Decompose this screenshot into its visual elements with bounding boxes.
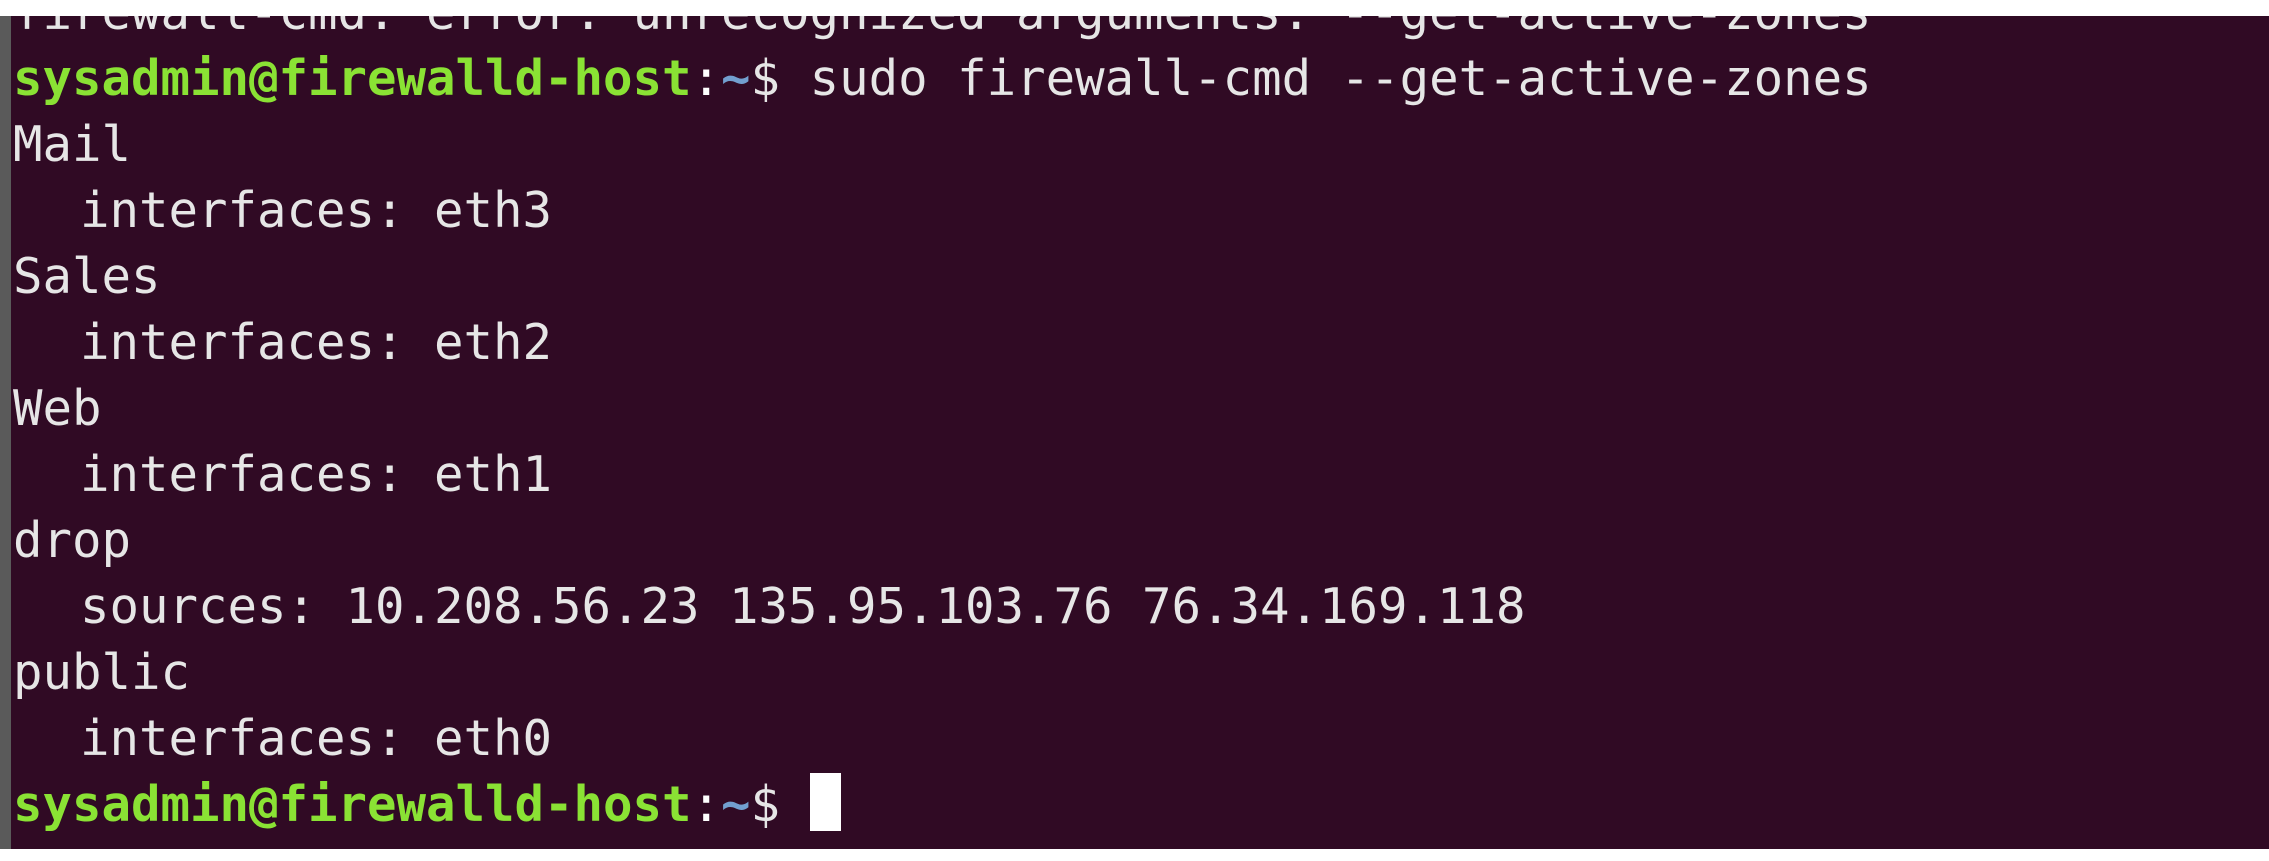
zone-detail-text: interfaces: eth1	[80, 446, 553, 503]
zone-detail-text: interfaces: eth2	[80, 314, 553, 371]
prompt-symbol: $	[750, 776, 781, 833]
zone-detail-text: interfaces: eth3	[80, 182, 553, 239]
zone-detail: interfaces: eth1	[13, 442, 2269, 508]
zone-name: drop	[13, 512, 132, 569]
zone-detail: interfaces: eth0	[13, 706, 2269, 772]
error-line: firewall-cmd: error: unrecognized argume…	[13, 16, 2269, 46]
zone-name: Web	[13, 380, 102, 437]
zone-detail: sources: 10.208.56.23 135.95.103.76 76.3…	[13, 574, 2269, 640]
zone-name: Mail	[13, 116, 132, 173]
zone-detail-text: sources: 10.208.56.23 135.95.103.76 76.3…	[80, 578, 1526, 635]
command-line: sysadmin@firewalld-host:~$ sudo firewall…	[13, 46, 2269, 112]
command-text: sudo firewall-cmd --get-active-zones	[809, 50, 1872, 107]
prompt-user-host: sysadmin@firewalld-host	[13, 776, 692, 833]
zone-detail-text: interfaces: eth0	[80, 710, 553, 767]
terminal-output: firewall-cmd: error: unrecognized argume…	[13, 16, 2269, 838]
active-prompt-line[interactable]: sysadmin@firewalld-host:~$	[13, 772, 2269, 838]
zone-name: public	[13, 644, 191, 701]
prompt-path: ~	[721, 50, 751, 107]
zone-name: Sales	[13, 248, 161, 305]
prompt-separator: :	[691, 50, 722, 107]
prompt-user-host: sysadmin@firewalld-host	[13, 50, 692, 107]
prompt-separator: :	[691, 776, 722, 833]
zone-detail: interfaces: eth2	[13, 310, 2269, 376]
terminal-window[interactable]: firewall-cmd: error: unrecognized argume…	[0, 16, 2269, 849]
text-cursor[interactable]	[809, 773, 841, 831]
zone-detail: interfaces: eth3	[13, 178, 2269, 244]
prompt-symbol: $	[750, 50, 781, 107]
prompt-path: ~	[721, 776, 751, 833]
